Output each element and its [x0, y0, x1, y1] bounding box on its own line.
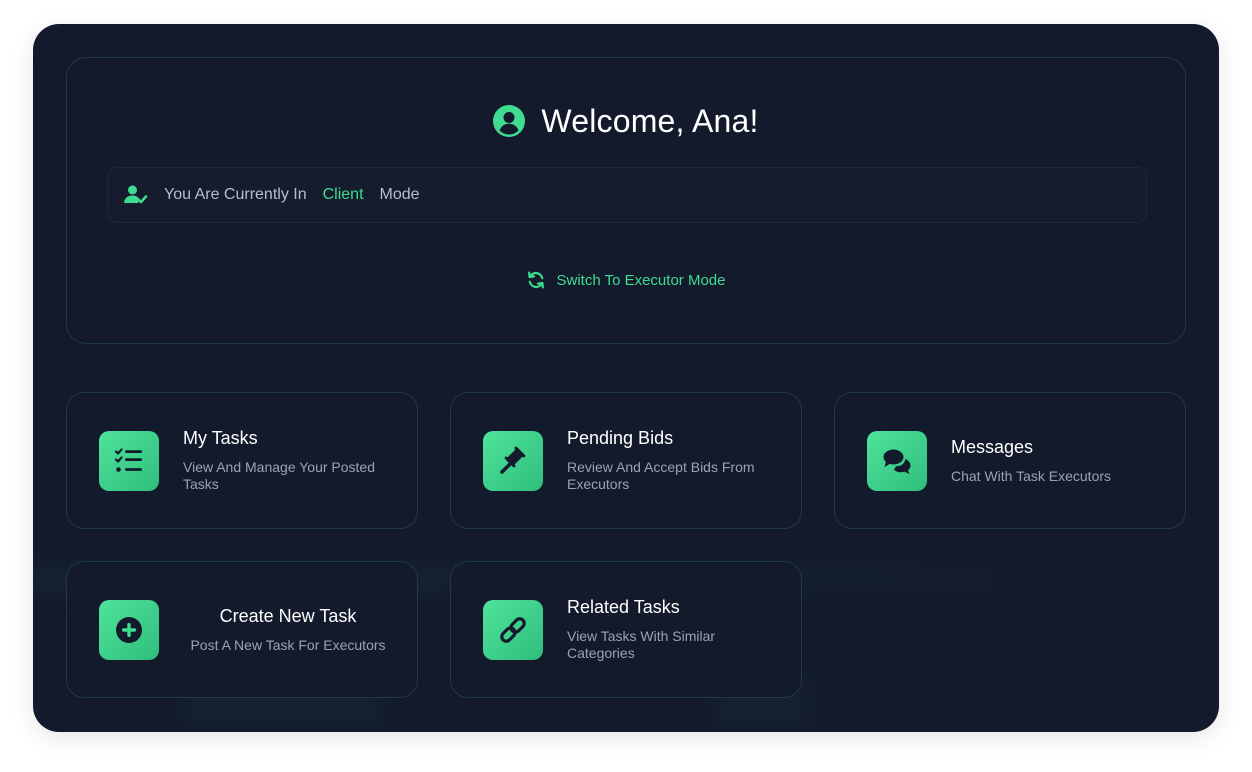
create-task-icon-box [99, 600, 159, 660]
card-title: My Tasks [183, 428, 258, 448]
mode-suffix-text: Mode [379, 186, 420, 203]
related-tasks-icon-box [483, 600, 543, 660]
mode-prefix-text: You Are Currently In [164, 186, 307, 203]
user-circle-icon [493, 105, 526, 137]
page-title: Welcome, Ana! [541, 102, 759, 139]
current-mode-bar: You Are Currently In Client Mode [107, 167, 1147, 223]
related-tasks-text: Related Tasks View Tasks With Similar Ca… [567, 596, 777, 662]
card-description: View Tasks With Similar Categories [567, 628, 716, 661]
my-tasks-card[interactable]: My Tasks View And Manage Your Posted Tas… [66, 392, 418, 529]
switch-mode-label: Switch To Executor Mode [556, 271, 726, 289]
create-task-text: Create New Task Post A New Task For Exec… [179, 605, 397, 654]
welcome-card: Welcome, Ana! You Are Currently In Clien… [66, 57, 1186, 344]
pending-bids-card[interactable]: Pending Bids Review And Accept Bids From… [450, 392, 802, 529]
card-description: Review And Accept Bids From Executors [567, 459, 755, 492]
chat-bubbles-icon [883, 449, 911, 474]
card-description: View And Manage Your Posted Tasks [183, 459, 376, 492]
user-check-icon [124, 185, 148, 204]
welcome-header: Welcome, Ana! [67, 101, 1185, 141]
create-task-card[interactable]: Create New Task Post A New Task For Exec… [66, 561, 418, 698]
sync-icon [527, 271, 544, 289]
current-mode-value: Client [322, 186, 364, 203]
card-title: Related Tasks [567, 597, 680, 617]
card-title: Create New Task [219, 606, 357, 626]
messages-card[interactable]: Messages Chat With Task Executors [834, 392, 1186, 529]
task-list-icon [114, 448, 142, 472]
pending-bids-icon-box [483, 431, 543, 491]
my-tasks-icon-box [99, 431, 159, 491]
link-icon [500, 617, 526, 643]
card-description: Chat With Task Executors [951, 468, 1112, 484]
pending-bids-text: Pending Bids Review And Accept Bids From… [567, 427, 777, 493]
gavel-icon [500, 446, 526, 474]
switch-mode-button[interactable]: Switch To Executor Mode [67, 268, 1185, 292]
card-title: Messages [951, 437, 1034, 457]
plus-circle-icon [116, 617, 142, 643]
dashboard-panel: Welcome, Ana! You Are Currently In Clien… [33, 24, 1219, 732]
card-description: Post A New Task For Executors [190, 637, 386, 653]
my-tasks-text: My Tasks View And Manage Your Posted Tas… [183, 427, 393, 493]
card-title: Pending Bids [567, 428, 674, 448]
messages-text: Messages Chat With Task Executors [951, 436, 1161, 485]
messages-icon-box [867, 431, 927, 491]
related-tasks-card[interactable]: Related Tasks View Tasks With Similar Ca… [450, 561, 802, 698]
